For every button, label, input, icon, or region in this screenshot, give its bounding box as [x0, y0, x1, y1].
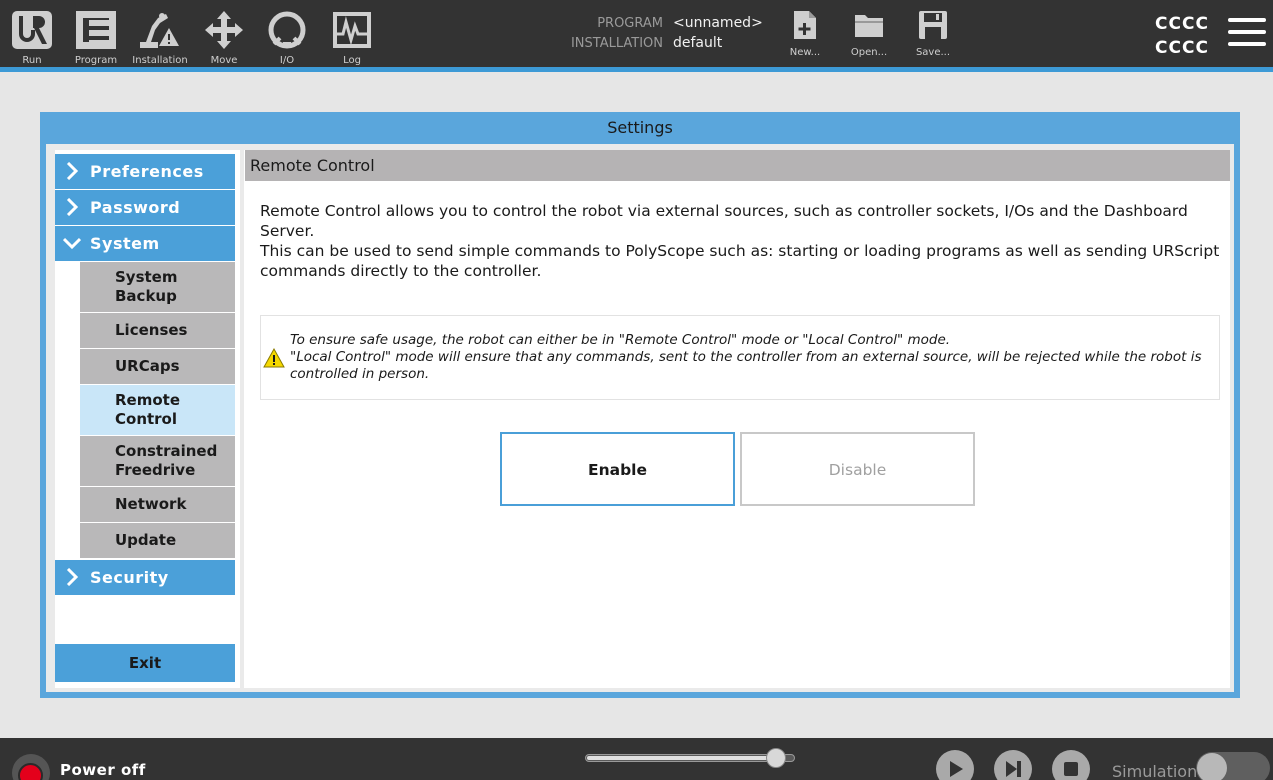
- sidebar-item-label: Licenses: [115, 321, 188, 339]
- play-button[interactable]: [936, 750, 974, 780]
- nav-io-button[interactable]: I/O: [257, 8, 317, 68]
- chevron-down-icon: [63, 237, 81, 250]
- sidebar-item-licenses[interactable]: Licenses: [80, 313, 235, 348]
- status-line-1: CCCC: [1155, 14, 1209, 34]
- remote-control-panel: Remote Control Remote Control allows you…: [244, 150, 1230, 688]
- sidebar-item-label: URCaps: [115, 357, 180, 375]
- sidebar-category-label: Security: [90, 568, 169, 587]
- stop-button[interactable]: [1052, 750, 1090, 780]
- sidebar-category-label: System: [90, 234, 160, 253]
- program-name: <unnamed>: [673, 15, 763, 31]
- warning-line-2: "Local Control" mode will ensure that an…: [290, 349, 1202, 382]
- nav-log-label: Log: [343, 55, 361, 66]
- sidebar-category-security[interactable]: Security: [55, 560, 235, 595]
- ur-logo-icon: [12, 11, 52, 49]
- status-line-2: CCCC: [1155, 38, 1209, 58]
- nav-installation-label: Installation: [132, 55, 188, 66]
- sidebar-category-system[interactable]: System: [55, 226, 235, 261]
- nav-move-button[interactable]: Move: [194, 8, 254, 68]
- sidebar-item-remote-control[interactable]: Remote Control: [80, 385, 235, 435]
- speed-slider-handle[interactable]: [766, 748, 786, 768]
- step-button[interactable]: [994, 750, 1032, 780]
- sidebar-category-password[interactable]: Password: [55, 190, 235, 225]
- enable-button[interactable]: Enable: [500, 432, 735, 506]
- program-label: PROGRAM: [597, 16, 663, 31]
- nav-run-label: Run: [22, 55, 42, 66]
- installation-robot-icon: [140, 13, 179, 48]
- chevron-right-icon: [66, 198, 79, 216]
- warning-line-1: To ensure safe usage, the robot can eith…: [290, 332, 951, 348]
- description-text: Remote Control allows you to control the…: [260, 201, 1220, 281]
- nav-move-label: Move: [210, 55, 238, 66]
- new-program-label: New...: [789, 47, 821, 58]
- disable-button[interactable]: Disable: [740, 432, 975, 506]
- top-bar: Run Program Installation Move I/O Log PR…: [0, 0, 1273, 67]
- io-icon: [268, 11, 306, 49]
- power-status-label[interactable]: Power off: [60, 761, 146, 779]
- top-bar-accent: [0, 67, 1273, 72]
- simulation-toggle-knob: [1197, 753, 1227, 780]
- description-line-2: This can be used to send simple commands…: [260, 242, 1220, 280]
- sidebar-category-label: Password: [90, 198, 181, 217]
- chevron-right-icon: [66, 568, 79, 586]
- warning-icon: [263, 348, 285, 368]
- sidebar-item-label: Remote Control: [115, 391, 181, 428]
- sidebar-item-constrained-freedrive[interactable]: Constrained Freedrive: [80, 436, 235, 486]
- nav-program-button[interactable]: Program: [66, 8, 126, 68]
- exit-button[interactable]: Exit: [55, 644, 235, 682]
- sidebar-item-label: System Backup: [115, 268, 178, 305]
- panel-header: Remote Control: [245, 150, 1230, 181]
- power-status-icon[interactable]: [12, 754, 50, 780]
- installation-name: default: [673, 35, 723, 51]
- sidebar-item-urcaps[interactable]: URCaps: [80, 349, 235, 384]
- speed-slider-fill: [587, 756, 783, 760]
- sidebar-category-label: Preferences: [90, 162, 204, 181]
- program-icon: [76, 11, 116, 49]
- stop-icon: [1064, 762, 1078, 776]
- nav-io-label: I/O: [279, 55, 295, 66]
- sidebar-item-update[interactable]: Update: [80, 523, 235, 558]
- nav-installation-button[interactable]: Installation: [130, 8, 190, 68]
- simulation-label: Simulation: [1112, 762, 1198, 780]
- open-program-label: Open...: [850, 47, 888, 58]
- sidebar-item-network[interactable]: Network: [80, 487, 235, 522]
- simulation-toggle[interactable]: [1196, 752, 1270, 780]
- nav-log-button[interactable]: Log: [322, 8, 382, 68]
- dialog-title: Settings: [607, 118, 673, 137]
- installation-label: INSTALLATION: [570, 36, 663, 51]
- bottom-bar: Power off Simulation: [0, 738, 1273, 780]
- settings-sidebar: Preferences Password System System Backu…: [55, 150, 240, 688]
- save-program-label: Save...: [915, 47, 951, 58]
- save-program-button[interactable]: Save...: [908, 10, 958, 62]
- move-arrows-icon: [205, 11, 243, 49]
- play-icon: [950, 761, 963, 777]
- sidebar-item-label: Network: [115, 495, 187, 513]
- log-pulse-icon: [333, 12, 371, 48]
- chevron-right-icon: [66, 162, 79, 180]
- speed-slider[interactable]: [585, 754, 795, 762]
- new-file-icon: [794, 11, 816, 39]
- nav-program-label: Program: [74, 55, 118, 66]
- description-line-1: Remote Control allows you to control the…: [260, 202, 1188, 240]
- open-folder-icon: [855, 15, 883, 37]
- warning-box: To ensure safe usage, the robot can eith…: [260, 315, 1220, 400]
- step-forward-icon: [1006, 761, 1021, 777]
- nav-run-button[interactable]: Run: [2, 8, 62, 68]
- open-program-button[interactable]: Open...: [844, 10, 894, 62]
- sidebar-item-label: Update: [115, 531, 177, 549]
- save-disk-icon: [919, 11, 947, 39]
- sidebar-category-preferences[interactable]: Preferences: [55, 154, 235, 189]
- hamburger-menu-icon[interactable]: [1228, 18, 1268, 52]
- sidebar-item-system-backup[interactable]: System Backup: [80, 262, 235, 312]
- sidebar-item-label: Constrained Freedrive: [115, 442, 218, 479]
- warning-text: To ensure safe usage, the robot can eith…: [290, 332, 1215, 383]
- new-program-button[interactable]: New...: [780, 10, 830, 62]
